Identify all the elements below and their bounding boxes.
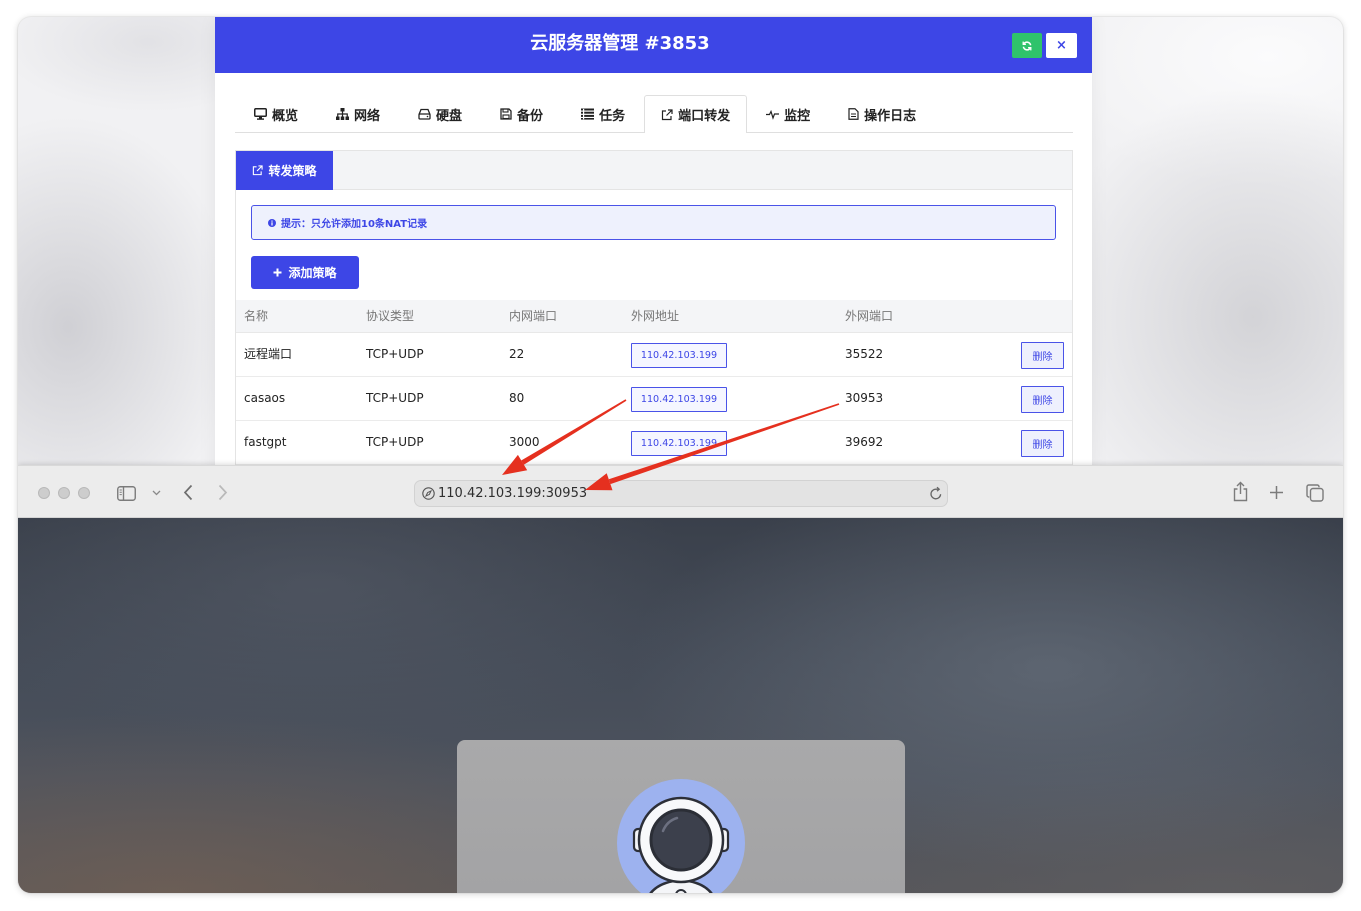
external-address-button[interactable]: 110.42.103.199 [631,343,727,368]
address-bar[interactable]: 110.42.103.199:30953 [414,480,948,507]
file-text-icon [848,108,859,120]
url-text: 110.42.103.199:30953 [438,486,588,501]
forwarding-policy-panel: 转发策略 提示：只允许添加10条NAT记录 添加策略 名称 协议类型 内网端口 … [235,150,1073,490]
external-port-cell: 35522 [845,347,884,361]
tab-disk[interactable]: 硬盘 [399,95,481,132]
sidebar-icon[interactable] [117,486,136,501]
add-policy-button[interactable]: 添加策略 [251,256,359,289]
tab-label: 任务 [599,108,626,124]
tab-port-forwarding[interactable]: 端口转发 [644,95,748,133]
internal-port-cell: 80 [509,391,525,405]
web-page-content [18,518,1343,893]
chevron-down-icon[interactable] [152,490,161,496]
tab-overview[interactable]: 概览 [235,95,317,132]
tab-bar: 概览 网络 硬盘 备份 任务 端口转发 监控 操作日志 [235,95,1073,133]
tab-overview-icon[interactable] [1306,484,1324,502]
close-button[interactable]: × [1046,33,1077,58]
delete-button[interactable]: 删除 [1021,430,1064,457]
delete-button[interactable]: 删除 [1021,342,1064,369]
zoom-window-button[interactable] [78,487,90,499]
compass-icon [422,487,435,500]
info-icon [268,218,276,227]
protocol-cell: TCP+UDP [366,391,424,405]
refresh-button[interactable] [1012,33,1042,58]
tab-operation-log[interactable]: 操作日志 [829,95,935,132]
rule-name-cell: fastgpt [244,435,287,449]
new-tab-icon[interactable] [1269,485,1284,500]
section-tab-label: 转发策略 [268,164,317,178]
back-icon[interactable] [182,484,194,501]
external-link-icon [252,165,264,176]
monitor-icon [254,108,267,120]
browser-window: 110.42.103.199:30953 [18,465,1343,893]
external-port-cell: 39692 [845,435,884,449]
tab-label: 概览 [272,108,299,124]
tab-label: 监控 [784,108,811,124]
delete-button[interactable]: 删除 [1021,386,1064,413]
screenshot-frame: 云服务器管理 #3853 × 概览 网络 硬盘 备份 任务 端口转发 监控 操作… [18,17,1343,893]
share-icon[interactable] [1233,481,1248,502]
sitemap-icon [336,108,350,120]
table-row: 远程端口 TCP+UDP 22 110.42.103.199 35522 删除 [236,333,1072,377]
tab-label: 备份 [517,108,544,124]
plus-icon [273,268,282,277]
external-link-icon [661,108,673,121]
rule-name-cell: casaos [244,391,286,405]
refresh-icon [1022,40,1032,51]
tab-monitoring[interactable]: 监控 [747,95,829,132]
external-address-button[interactable]: 110.42.103.199 [631,387,727,412]
tasks-icon [581,108,595,120]
tab-label: 操作日志 [864,108,917,124]
close-window-button[interactable] [38,487,50,499]
notice-alert: 提示：只允许添加10条NAT记录 [251,205,1056,240]
protocol-cell: TCP+UDP [366,347,424,361]
notice-text: 提示：只允许添加10条NAT记录 [281,219,428,230]
column-header-external-port: 外网端口 [845,309,894,323]
reload-icon[interactable] [929,486,943,501]
panel-header: 云服务器管理 #3853 × [215,17,1092,73]
section-header: 转发策略 [236,151,1072,190]
tab-forwarding-policy[interactable]: 转发策略 [236,151,333,190]
table-row: casaos TCP+UDP 80 110.42.103.199 30953 删… [236,377,1072,421]
tab-label: 网络 [354,108,381,124]
tab-backup[interactable]: 备份 [481,95,562,132]
minimize-window-button[interactable] [58,487,70,499]
external-port-cell: 30953 [845,391,884,405]
astronaut-avatar [617,779,745,893]
hdd-icon [418,108,431,120]
column-header-protocol: 协议类型 [366,309,415,323]
rule-name-cell: 远程端口 [244,347,293,361]
browser-toolbar: 110.42.103.199:30953 [18,465,1343,518]
save-icon [500,108,512,120]
add-policy-label: 添加策略 [288,266,337,280]
tab-network[interactable]: 网络 [317,95,399,132]
external-address-button[interactable]: 110.42.103.199 [631,431,727,456]
tab-tasks[interactable]: 任务 [562,95,644,132]
panel-title: 云服务器管理 #3853 [530,33,710,54]
forward-icon[interactable] [217,484,229,501]
internal-port-cell: 3000 [509,435,540,449]
close-icon: × [1056,38,1067,53]
login-card [457,740,905,893]
server-management-panel: 云服务器管理 #3853 × 概览 网络 硬盘 备份 任务 端口转发 监控 操作… [215,17,1092,490]
protocol-cell: TCP+UDP [366,435,424,449]
column-header-name: 名称 [244,309,269,323]
tab-label: 硬盘 [436,108,463,124]
internal-port-cell: 22 [509,347,525,361]
tab-label: 端口转发 [678,109,731,124]
column-header-external-address: 外网地址 [631,309,680,323]
table-header: 名称 协议类型 内网端口 外网地址 外网端口 [236,300,1072,333]
table-row: fastgpt TCP+UDP 3000 110.42.103.199 3969… [236,421,1072,465]
heartbeat-icon [766,108,780,120]
column-header-internal-port: 内网端口 [509,309,558,323]
forwarding-table: 名称 协议类型 内网端口 外网地址 外网端口 远程端口 TCP+UDP 22 1… [236,300,1072,465]
